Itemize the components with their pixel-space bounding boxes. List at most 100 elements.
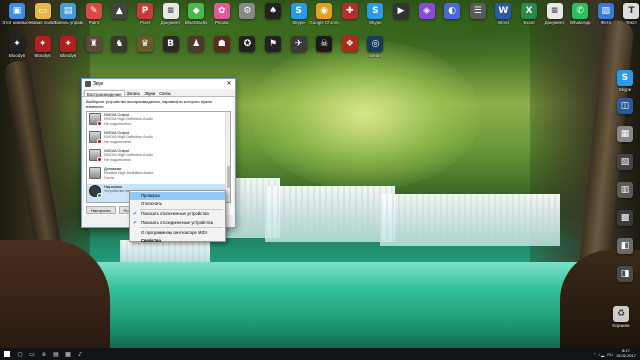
app-icon[interactable]: ◨ — [610, 266, 640, 296]
device-text: NVIDIA Output NVIDIA High Definition Audi… — [104, 113, 153, 126]
bloody-icon-glyph: ✦ — [9, 36, 25, 52]
counter-strike-icon-glyph: ☠ — [316, 36, 333, 52]
app-icon[interactable]: ▩ — [610, 210, 640, 240]
device-row[interactable]: NVIDIA Output NVIDIA High Definition Audi… — [87, 130, 230, 148]
store-icon[interactable]: ▦ — [62, 348, 74, 360]
app-icon-glyph: ☰ — [469, 3, 486, 19]
sound-app-icon[interactable]: ♪ — [74, 348, 86, 360]
menu-item[interactable]: О программном синтезаторе MIDI — [130, 229, 225, 237]
recycle-bin-glyph: ♻ — [613, 306, 629, 322]
device-row[interactable]: NVIDIA Output NVIDIA High Definition Audi… — [87, 112, 230, 130]
paint-icon-glyph: ✎ — [85, 3, 102, 19]
app-icon-glyph: ▧ — [617, 154, 633, 170]
tab-0[interactable]: Воспроизведение — [84, 90, 125, 97]
configure-button[interactable]: Настроить — [86, 206, 116, 214]
wallpaper-shore-left — [0, 240, 110, 348]
app-icon[interactable]: ◫ — [610, 98, 640, 128]
app-icon-glyph: ▩ — [617, 210, 633, 226]
menu-item[interactable]: Проверка — [130, 192, 225, 201]
start-button[interactable] — [0, 348, 14, 360]
waterfall — [265, 186, 395, 242]
menu-item-label: Свойства — [141, 237, 161, 243]
taskbar: ○ ▭ e ▤ ▦ ♪ ⌃ ♪ ▂ RU 8:17 15.02.2017 — [0, 348, 640, 360]
device-row[interactable]: NVIDIA Output NVIDIA High Definition Audi… — [87, 148, 230, 166]
device-text: NVIDIA Output NVIDIA High Definition Audi… — [104, 149, 153, 162]
app-icon[interactable]: ◧ — [610, 238, 640, 268]
down-arrow-badge-icon — [97, 121, 102, 126]
speaker-icon — [85, 81, 91, 87]
skype-icon-glyph: S — [367, 3, 384, 19]
scrollbar-thumb[interactable] — [227, 166, 230, 188]
tab-3[interactable]: Связь — [157, 90, 173, 96]
bloody-icon-glyph: ✦ — [60, 36, 77, 52]
menu-item[interactable]: Свойства — [130, 237, 225, 245]
input-language[interactable]: RU — [607, 352, 613, 357]
game-icon-glyph: B — [162, 36, 179, 52]
app-icon[interactable]: ▧ — [610, 154, 640, 184]
app-icon[interactable]: ▦ — [610, 126, 640, 156]
skype-icon[interactable]: S Skype — [610, 70, 640, 100]
device-context-menu: Проверка Отключить ✔ Показать отключенные у… — [129, 190, 226, 245]
desktop-icon-label: Корзина — [612, 323, 630, 328]
game-icon-glyph: ♞ — [111, 36, 128, 52]
search-icon[interactable]: ○ — [14, 348, 26, 360]
checkmark-icon: ✔ — [133, 211, 138, 218]
app-icon[interactable]: ▥ — [610, 182, 640, 212]
picasa-icon-glyph: ✿ — [213, 3, 230, 19]
task-view-icon[interactable]: ▭ — [26, 348, 38, 360]
recycle-bin-icon[interactable]: ♻ Корзина — [606, 306, 636, 336]
monitor-icon — [89, 149, 102, 162]
app-icon-glyph: ⚙ — [239, 3, 256, 19]
device-list-scrollbar[interactable] — [225, 112, 230, 202]
app-icon-glyph: ◐ — [444, 3, 461, 19]
waterfall — [380, 194, 560, 246]
speaker-icon — [89, 167, 101, 179]
desktop-icon-label: Steam — [368, 53, 382, 58]
menu-item[interactable]: Отключить — [130, 200, 225, 208]
tab-1[interactable]: Запись — [125, 90, 143, 96]
tray-icons[interactable]: ⌃ ♪ ▂ — [594, 352, 605, 357]
tab-2[interactable]: Звуки — [142, 90, 157, 96]
game-icon-glyph: ✈ — [290, 36, 307, 52]
menu-item[interactable]: ✔ Показать отключенные устройства — [130, 210, 225, 218]
game-icon-glyph: ✪ — [239, 36, 256, 52]
device-status: Не подключено — [104, 121, 132, 126]
app-icon-glyph: ✚ — [341, 3, 358, 19]
text-icon[interactable]: T Текст — [616, 3, 640, 33]
monitor-icon — [89, 113, 102, 126]
device-text: Динамики Realtek High Definition Audio Гот… — [104, 167, 153, 180]
menu-item-label: Показать отсоединенные устройства — [141, 219, 213, 225]
skype-icon-glyph: S — [617, 70, 633, 86]
windows-logo-icon — [4, 351, 10, 357]
device-row[interactable]: Динамики Realtek High Definition Audio Гот… — [87, 166, 230, 184]
explorer-icon[interactable]: ▤ — [50, 348, 62, 360]
app-icon-glyph: ◨ — [617, 266, 633, 282]
close-icon[interactable]: ✕ — [223, 79, 235, 89]
desktop-icon-label: Текст — [625, 20, 638, 25]
edge-icon[interactable]: e — [38, 348, 50, 360]
game-icon-glyph: ☗ — [213, 36, 230, 52]
device-text: NVIDIA Output NVIDIA High Definition Audi… — [104, 131, 153, 144]
app-icon-glyph: ◈ — [418, 3, 435, 19]
app-icon-glyph: ▦ — [617, 126, 633, 142]
photo-icon-glyph: ▨ — [597, 3, 614, 19]
steam-icon[interactable]: ◎ Steam — [360, 36, 390, 66]
dialog-title-bar[interactable]: Звук ✕ — [82, 79, 235, 89]
computer-icon-glyph: ▣ — [9, 3, 25, 19]
excel-icon-glyph: X — [521, 3, 537, 19]
down-arrow-badge-icon — [97, 157, 102, 162]
bluestacks-icon-glyph: ◆ — [188, 3, 205, 19]
menu-item[interactable]: ✔ Показать отсоединенные устройства — [130, 219, 225, 227]
monitor-icon — [89, 131, 102, 144]
clock[interactable]: 8:17 15.02.2017 — [616, 349, 636, 358]
game-icon-glyph: ♛ — [137, 36, 153, 52]
game-icon-glyph: ❖ — [341, 36, 358, 52]
taskbar-pinned-icons: ○ ▭ e ▤ ▦ ♪ — [14, 348, 86, 360]
document-icon-glyph: ≡ — [162, 3, 179, 19]
dialog-tabs: Воспроизведение Запись Звуки Связь — [82, 89, 235, 97]
bloody-icon-glyph: ✦ — [34, 36, 51, 52]
app-icon-glyph: ◧ — [617, 238, 633, 254]
pixel-icon-glyph: P — [137, 3, 153, 19]
menu-item-label: Проверка — [141, 193, 160, 198]
dialog-title: Звук — [93, 81, 104, 87]
